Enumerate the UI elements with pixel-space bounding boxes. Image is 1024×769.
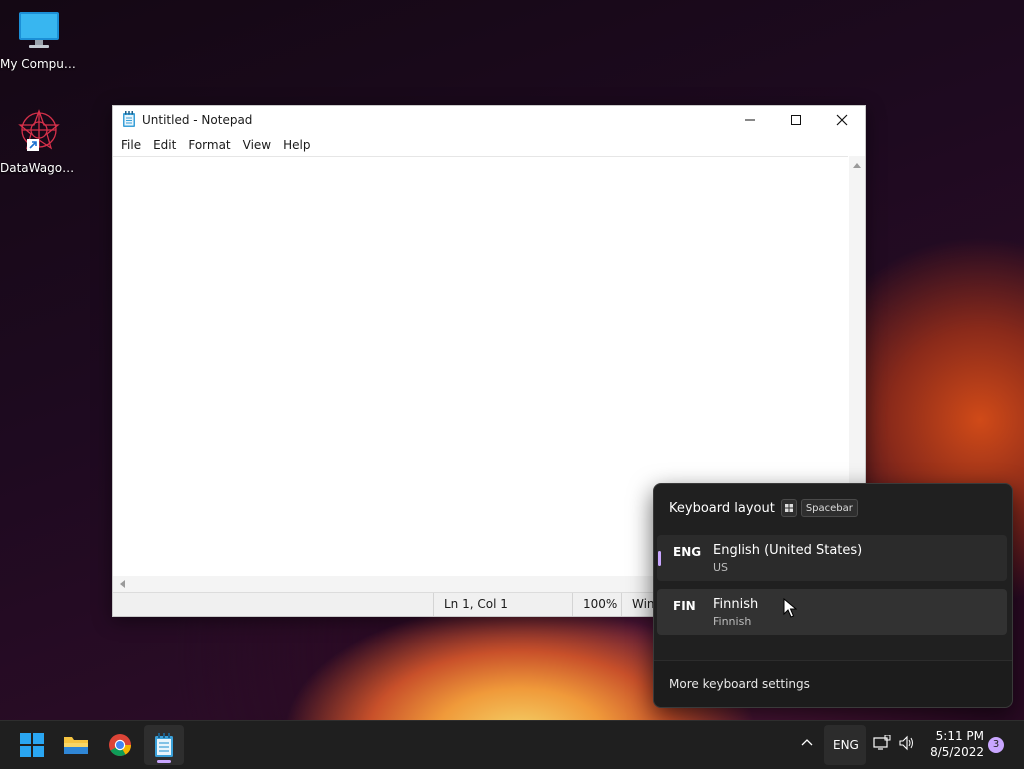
menu-edit[interactable]: Edit: [147, 138, 182, 152]
line-ending: Win: [621, 593, 655, 616]
network-icon[interactable]: [873, 734, 891, 754]
minimize-button[interactable]: [727, 106, 773, 134]
desktop-icon-label: DataWagon...: [0, 161, 78, 175]
flyout-header: Keyboard layout Spacebar: [669, 499, 858, 517]
taskbar: ENG 5:11 PM 8/5/2022 3: [0, 720, 1024, 769]
mouse-cursor-icon: [783, 598, 797, 618]
minimize-icon: [745, 119, 755, 121]
language-code: FIN: [673, 599, 696, 613]
chrome-button[interactable]: [100, 725, 140, 765]
language-layout: US: [713, 561, 729, 574]
language-option-eng[interactable]: ENG English (United States) US: [657, 535, 1007, 581]
notepad-taskbar-button[interactable]: [144, 725, 184, 765]
scroll-left-arrow-icon[interactable]: [115, 576, 129, 592]
language-layout: Finnish: [713, 615, 752, 628]
menu-view[interactable]: View: [237, 138, 277, 152]
volume-icon[interactable]: [898, 735, 916, 754]
menu-file[interactable]: File: [115, 138, 147, 152]
notification-badge[interactable]: 3: [988, 737, 1004, 753]
monitor-icon: [19, 12, 59, 48]
desktop-icon-my-computer[interactable]: My Computer: [0, 10, 78, 71]
desktop-icon-datawagon[interactable]: DataWagon...: [0, 106, 78, 175]
language-name: Finnish: [713, 597, 759, 612]
clock[interactable]: 5:11 PM 8/5/2022: [928, 728, 984, 760]
close-icon: [836, 114, 848, 126]
input-indicator[interactable]: ENG: [824, 725, 866, 765]
language-name: English (United States): [713, 543, 863, 558]
more-keyboard-settings-link[interactable]: More keyboard settings: [669, 677, 810, 691]
notepad-icon: [155, 733, 173, 757]
clock-time: 5:11 PM: [935, 729, 984, 743]
flyout-footer: More keyboard settings: [654, 660, 1012, 707]
language-option-fin[interactable]: FIN Finnish Finnish: [657, 589, 1007, 635]
maximize-icon: [791, 115, 801, 125]
scroll-up-arrow-icon[interactable]: [849, 158, 865, 172]
windows-key-icon: [780, 499, 797, 517]
zoom-level: 100%: [572, 593, 617, 616]
chevron-up-icon: [801, 739, 813, 746]
clock-date: 8/5/2022: [930, 745, 984, 759]
active-app-indicator: [157, 760, 171, 763]
window-title: Untitled - Notepad: [142, 113, 253, 127]
desktop-icon-label: My Computer: [0, 57, 78, 71]
show-hidden-icons-button[interactable]: [800, 735, 814, 752]
menu-bar: File Edit Format View Help: [113, 134, 865, 156]
cursor-position: Ln 1, Col 1: [433, 593, 508, 616]
notepad-icon: [122, 110, 136, 130]
menu-help[interactable]: Help: [277, 138, 316, 152]
file-explorer-button[interactable]: [56, 725, 96, 765]
datawagon-icon: [18, 109, 60, 151]
flyout-title: Keyboard layout: [669, 500, 775, 516]
close-button[interactable]: [819, 106, 865, 134]
title-bar[interactable]: Untitled - Notepad: [113, 106, 865, 134]
language-code: ENG: [673, 545, 702, 559]
maximize-button[interactable]: [773, 106, 819, 134]
start-button[interactable]: [12, 725, 52, 765]
shortcut-key-badge: Spacebar: [800, 499, 858, 517]
input-language-label: ENG: [833, 738, 859, 752]
folder-icon: [64, 737, 88, 754]
selected-indicator: [658, 551, 661, 566]
keyboard-layout-flyout: Keyboard layout Spacebar ENG English (Un…: [653, 483, 1013, 708]
menu-format[interactable]: Format: [182, 138, 236, 152]
windows-logo-icon: [20, 733, 44, 757]
chrome-icon: [109, 734, 131, 756]
